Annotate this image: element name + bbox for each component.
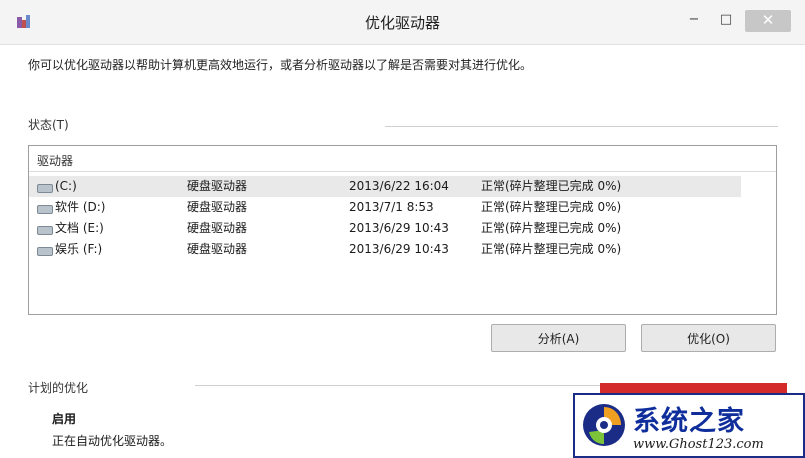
status-label: 状态(T)	[28, 118, 69, 132]
watermark: 系统之家 www.Ghost123.com	[573, 393, 805, 458]
maximize-button[interactable]: □	[712, 10, 740, 32]
drive-last-run: 2013/6/22 16:04	[349, 179, 449, 193]
drive-type: 硬盘驱动器	[187, 200, 248, 214]
drive-last-run: 2013/6/29 10:43	[349, 221, 449, 235]
drive-last-run: 2013/7/1 8:53	[349, 200, 434, 214]
optimize-button[interactable]: 优化(O)	[641, 324, 776, 352]
drive-list[interactable]: 驱动器 (C:) 硬盘驱动器 2013/6/22 16:04 正常(碎片整理已完…	[28, 145, 777, 315]
close-button[interactable]: ✕	[745, 10, 791, 32]
drive-row[interactable]: 文档 (E:) 硬盘驱动器 2013/6/29 10:43 正常(碎片整理已完成…	[29, 218, 741, 239]
drive-type: 硬盘驱动器	[187, 179, 248, 193]
drive-row[interactable]: 娱乐 (F:) 硬盘驱动器 2013/6/29 10:43 正常(碎片整理已完成…	[29, 239, 741, 260]
drive-status: 正常(碎片整理已完成 0%)	[481, 242, 622, 256]
drive-last-run: 2013/6/29 10:43	[349, 242, 449, 256]
drive-row[interactable]: 软件 (D:) 硬盘驱动器 2013/7/1 8:53 正常(碎片整理已完成 0…	[29, 197, 741, 218]
minimize-button[interactable]: −	[680, 10, 708, 32]
status-divider	[385, 126, 778, 127]
column-header-drive[interactable]: 驱动器	[37, 152, 73, 169]
drive-status: 正常(碎片整理已完成 0%)	[481, 200, 622, 214]
drive-type: 硬盘驱动器	[187, 221, 248, 235]
scheduled-optimization-label: 计划的优化	[28, 381, 89, 395]
drive-name: 软件 (D:)	[55, 200, 106, 214]
hard-drive-icon	[37, 226, 53, 235]
watermark-logo-icon	[583, 404, 625, 446]
drive-status: 正常(碎片整理已完成 0%)	[481, 179, 622, 193]
header-divider	[29, 171, 776, 172]
drive-type: 硬盘驱动器	[187, 242, 248, 256]
title-bar: 优化驱动器 − □ ✕	[0, 0, 805, 45]
analyze-button[interactable]: 分析(A)	[491, 324, 626, 352]
watermark-url: www.Ghost123.com	[633, 437, 764, 452]
hard-drive-icon	[37, 247, 53, 256]
schedule-state: 启用	[52, 412, 77, 426]
hard-drive-icon	[37, 184, 53, 193]
drive-name: 娱乐 (F:)	[55, 242, 103, 256]
schedule-description: 正在自动优化驱动器。	[52, 434, 173, 448]
drive-name: (C:)	[55, 179, 77, 193]
drive-name: 文档 (E:)	[55, 221, 104, 235]
scheduled-divider	[195, 385, 600, 386]
description-text: 你可以优化驱动器以帮助计算机更高效地运行，或者分析驱动器以了解是否需要对其进行优…	[28, 58, 533, 72]
drive-status: 正常(碎片整理已完成 0%)	[481, 221, 622, 235]
hard-drive-icon	[37, 205, 53, 214]
watermark-title: 系统之家	[633, 406, 745, 437]
drive-row[interactable]: (C:) 硬盘驱动器 2013/6/22 16:04 正常(碎片整理已完成 0%…	[29, 176, 741, 197]
